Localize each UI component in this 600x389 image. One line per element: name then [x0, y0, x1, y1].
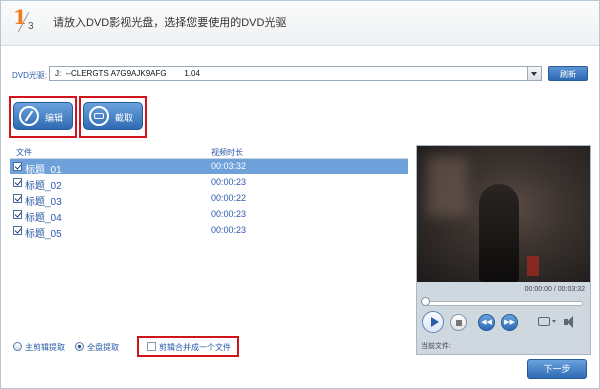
- previous-button[interactable]: ◀◀: [478, 314, 495, 331]
- title-duration: 00:00:22: [211, 193, 247, 203]
- seek-bar[interactable]: [425, 301, 583, 306]
- dvd-drive-label: DVD光驱:: [12, 71, 48, 80]
- camera-icon[interactable]: [538, 317, 550, 326]
- title-duration: 00:00:23: [211, 225, 247, 235]
- capture-button[interactable]: 截取: [83, 102, 143, 130]
- volume-icon[interactable]: [564, 316, 576, 328]
- capture-icon: [89, 106, 109, 126]
- dvd-drive-select[interactable]: J: --CLERGTS A7G9AJK9AFG 1.04: [49, 66, 542, 81]
- wizard-header: 1 3 请放入DVD影视光盘，选择您要使用的DVD光驱: [1, 1, 599, 46]
- row-checkbox[interactable]: [13, 226, 22, 235]
- dvd-drive-value: J: --CLERGTS A7G9AJK9AFG 1.04: [55, 69, 200, 78]
- column-duration: 视频时长: [211, 148, 243, 157]
- row-checkbox[interactable]: [13, 210, 22, 219]
- seek-handle[interactable]: [421, 297, 430, 306]
- capture-label: 截取: [115, 113, 134, 123]
- refresh-button[interactable]: 刷新: [548, 66, 588, 81]
- table-row[interactable]: 标题_04 00:00:23: [10, 207, 408, 224]
- title-name: 标题_03: [25, 197, 62, 208]
- wizard-window: 1 3 请放入DVD影视光盘，选择您要使用的DVD光驱 DVD光驱: J: --…: [0, 0, 600, 389]
- play-button[interactable]: [422, 311, 444, 333]
- stop-button[interactable]: [450, 314, 467, 331]
- title-name: 标题_02: [25, 181, 62, 192]
- time-display: 00:00:00 / 00:03:32: [524, 286, 585, 293]
- title-duration: 00:00:23: [211, 177, 247, 187]
- page-title: 请放入DVD影视光盘，选择您要使用的DVD光驱: [53, 17, 287, 29]
- main-title-label[interactable]: 主剪辑提取: [25, 342, 65, 353]
- full-extract-label[interactable]: 全盘提取: [87, 342, 119, 353]
- next-step-button[interactable]: 下一步: [527, 359, 587, 379]
- merge-label[interactable]: 剪辑合并成一个文件: [159, 342, 231, 353]
- table-row[interactable]: 标题_01 00:03:32: [10, 159, 408, 176]
- title-name: 标题_05: [25, 229, 62, 240]
- merge-checkbox[interactable]: [147, 342, 156, 351]
- title-duration: 00:00:23: [211, 209, 247, 219]
- column-file: 文件: [16, 148, 32, 157]
- row-checkbox[interactable]: [13, 162, 22, 171]
- list-header: 文件 视频时长: [10, 147, 408, 159]
- full-extract-radio[interactable]: [75, 342, 84, 351]
- title-name: 标题_01: [25, 165, 62, 176]
- title-duration: 00:03:32: [211, 161, 247, 171]
- video-preview: [417, 146, 590, 282]
- edit-label: 编辑: [45, 113, 64, 123]
- title-name: 标题_04: [25, 213, 62, 224]
- title-list: 文件 视频时长 标题_01 00:03:32 标题_02 00:00:23 标题_03 0…: [10, 147, 408, 312]
- row-checkbox[interactable]: [13, 178, 22, 187]
- row-checkbox[interactable]: [13, 194, 22, 203]
- table-row[interactable]: 标题_03 00:00:22: [10, 191, 408, 208]
- chevron-down-icon[interactable]: [552, 320, 556, 323]
- table-row[interactable]: 标题_02 00:00:23: [10, 175, 408, 192]
- table-row[interactable]: 标题_05 00:00:23: [10, 223, 408, 240]
- main-title-radio[interactable]: [13, 342, 22, 351]
- edit-button[interactable]: 编辑: [13, 102, 73, 130]
- step-total: 3: [28, 21, 34, 32]
- current-file-label: 当前文件:: [421, 343, 451, 350]
- preview-player: 00:00:00 / 00:03:32 ◀◀ ▶▶ 当前文件:: [416, 145, 591, 355]
- chevron-down-icon[interactable]: [527, 67, 541, 80]
- next-chapter-button[interactable]: ▶▶: [501, 314, 518, 331]
- pencil-icon: [19, 106, 39, 126]
